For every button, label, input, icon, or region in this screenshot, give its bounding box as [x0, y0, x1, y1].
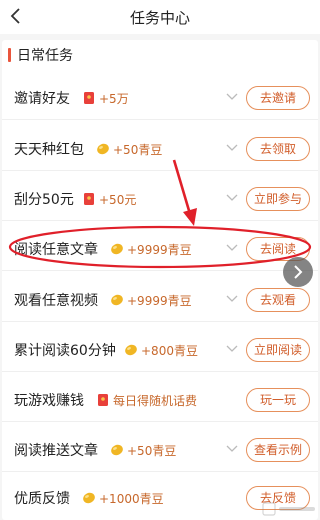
task-reward-text: +5万	[99, 91, 129, 106]
bean-icon	[111, 294, 123, 306]
task-reward: +5万	[82, 89, 129, 107]
red-envelope-icon	[84, 92, 94, 104]
task-name: 观看任意视频	[14, 293, 98, 309]
task-reward: +50青豆	[110, 441, 176, 459]
bean-icon	[83, 492, 95, 504]
red-envelope-icon	[84, 193, 94, 205]
task-card: 日常任务 邀请好友 +5万 去邀请 天天种红包 +50青豆 去领取 刮分50元 …	[2, 40, 318, 520]
task-reward-text: +50青豆	[113, 142, 163, 157]
task-name: 累计阅读60分钟	[14, 343, 116, 359]
task-row-invite[interactable]: 邀请好友 +5万 去邀请	[2, 76, 318, 120]
chevron-down-icon[interactable]	[226, 244, 238, 252]
task-reward: 每日得随机话费	[96, 391, 197, 409]
watermark-logo	[262, 502, 315, 516]
task-row-scratch[interactable]: 刮分50元 +50元 立即参与	[2, 177, 318, 221]
task-action-button[interactable]: 玩一玩	[246, 388, 310, 412]
next-arrow-button[interactable]	[283, 257, 313, 287]
section-accent-bar	[8, 48, 11, 62]
chevron-down-icon[interactable]	[226, 445, 238, 453]
chevron-down-icon[interactable]	[226, 144, 238, 152]
bean-icon	[125, 344, 137, 356]
red-envelope-icon	[98, 394, 108, 406]
task-row-watch-video[interactable]: 观看任意视频 +9999青豆 去观看	[2, 278, 318, 322]
task-row-read-60-min[interactable]: 累计阅读60分钟 +800青豆 立即阅读	[2, 328, 318, 372]
task-name: 刮分50元	[14, 192, 74, 208]
top-nav-bar: 任务中心	[0, 0, 320, 34]
task-action-button[interactable]: 去观看	[246, 288, 310, 312]
section-title: 日常任务	[17, 48, 73, 64]
task-action-button[interactable]: 查看示例	[246, 438, 310, 462]
task-name: 阅读推送文章	[14, 443, 98, 459]
task-reward: +800青豆	[124, 341, 198, 359]
task-row-read-push[interactable]: 阅读推送文章 +50青豆 查看示例	[2, 428, 318, 472]
task-action-button[interactable]: 立即参与	[246, 187, 310, 211]
task-reward-text: +800青豆	[141, 343, 198, 358]
task-action-button[interactable]: 去领取	[246, 137, 310, 161]
chevron-down-icon[interactable]	[226, 295, 238, 303]
task-reward-text: +1000青豆	[99, 491, 164, 506]
task-name: 优质反馈	[14, 491, 70, 507]
task-reward: +9999青豆	[110, 240, 192, 258]
task-name: 天天种红包	[14, 142, 84, 158]
task-reward: +1000青豆	[82, 489, 164, 507]
chevron-down-icon[interactable]	[226, 194, 238, 202]
task-action-button[interactable]: 立即阅读	[246, 338, 310, 362]
bean-icon	[111, 243, 123, 255]
bean-icon	[97, 143, 109, 155]
task-row-play-game[interactable]: 玩游戏赚钱 每日得随机话费 玩一玩	[2, 378, 318, 422]
task-reward-text: +50元	[99, 192, 137, 207]
task-name: 玩游戏赚钱	[14, 393, 84, 409]
task-reward-text: 每日得随机话费	[113, 393, 198, 408]
task-reward: +50青豆	[96, 140, 162, 158]
task-reward-text: +9999青豆	[127, 242, 192, 257]
bean-icon	[111, 444, 123, 456]
task-action-button[interactable]: 去邀请	[246, 86, 310, 110]
task-reward-text: +9999青豆	[127, 293, 192, 308]
task-name: 阅读任意文章	[14, 242, 98, 258]
task-name: 邀请好友	[14, 91, 70, 107]
task-row-red-packet[interactable]: 天天种红包 +50青豆 去领取	[2, 127, 318, 171]
chevron-right-icon	[294, 265, 303, 279]
task-reward: +50元	[82, 190, 136, 208]
chevron-down-icon[interactable]	[226, 93, 238, 101]
page-title: 任务中心	[129, 9, 190, 27]
task-reward-text: +50青豆	[127, 443, 177, 458]
chevron-down-icon[interactable]	[226, 345, 238, 353]
task-reward: +9999青豆	[110, 291, 192, 309]
task-row-read-article[interactable]: 阅读任意文章 +9999青豆 去阅读	[2, 227, 318, 271]
